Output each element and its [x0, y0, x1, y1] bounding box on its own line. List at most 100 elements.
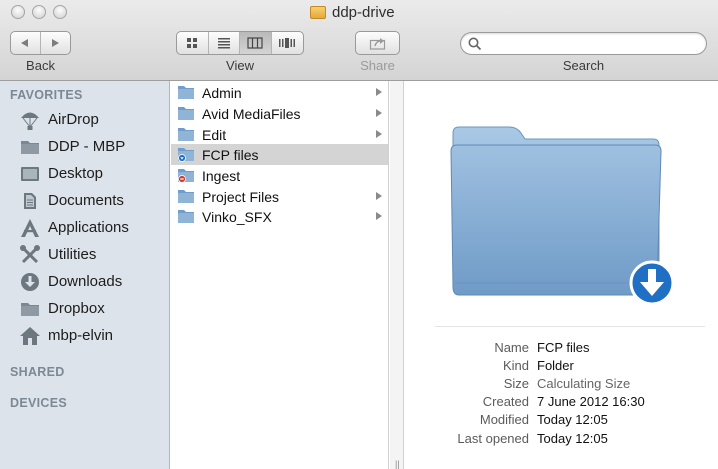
folder-icon — [178, 190, 194, 203]
folder-icon — [19, 298, 41, 320]
sidebar-item-label: Utilities — [48, 246, 97, 263]
list-item-project-files[interactable]: Project Files — [171, 186, 388, 207]
sidebar-item-ddp-mbp[interactable]: DDP - MBP — [0, 133, 169, 160]
toolbar: ddp-drive Back View Share Search — [0, 0, 718, 81]
sidebar-item-label: AirDrop — [48, 111, 99, 128]
utilities-icon — [19, 244, 41, 266]
info-key-kind: Kind — [502, 358, 529, 373]
search-label: Search — [562, 58, 605, 73]
sidebar-item-applications[interactable]: Applications — [0, 214, 169, 241]
disclosure-arrow-icon — [376, 212, 382, 220]
folder-icon — [19, 136, 41, 158]
back-button[interactable] — [11, 32, 41, 54]
search-icon — [468, 37, 482, 51]
info-key-modified: Modified — [479, 412, 529, 427]
view-mode-control — [176, 31, 304, 55]
desktop-icon — [19, 163, 41, 185]
forward-arrow-icon — [52, 39, 60, 47]
list-item-vinko-sfx[interactable]: Vinko_SFX — [171, 206, 388, 227]
view-label: View — [226, 58, 254, 73]
back-arrow-icon — [21, 39, 29, 47]
info-value-size: Calculating Size — [537, 376, 631, 391]
disclosure-arrow-icon — [376, 88, 382, 96]
icon-view-icon — [187, 38, 198, 48]
favorites-heading: FAVORITES — [10, 88, 83, 102]
window-title-text: ddp-drive — [332, 3, 395, 21]
folder-icon — [178, 107, 194, 120]
applications-icon — [19, 217, 41, 239]
shared-heading[interactable]: SHARED — [10, 365, 65, 379]
disclosure-arrow-icon — [376, 192, 382, 200]
close-window-button[interactable] — [11, 5, 25, 19]
back-label: Back — [26, 58, 55, 73]
column-divider[interactable] — [390, 81, 404, 469]
info-value-created: 7 June 2012 16:30 — [537, 394, 645, 409]
home-icon — [19, 325, 41, 347]
list-item-edit[interactable]: Edit — [171, 124, 388, 145]
sidebar-item-label: Dropbox — [48, 300, 105, 317]
list-item-label: Ingest — [202, 167, 241, 184]
back-forward-control — [10, 31, 71, 55]
list-item-label: Admin — [202, 84, 242, 101]
sidebar-item-airdrop[interactable]: AirDrop — [0, 106, 169, 133]
sidebar-item-desktop[interactable]: Desktop — [0, 160, 169, 187]
list-item-label: Vinko_SFX — [202, 208, 272, 225]
list-item-label: FCP files — [202, 146, 259, 163]
info-value-last-opened: Today 12:05 — [537, 431, 608, 446]
forward-button[interactable] — [41, 32, 70, 54]
disclosure-arrow-icon — [376, 109, 382, 117]
file-column: Admin Avid MediaFiles Edit FCP files Ing… — [171, 81, 389, 469]
download-folder-icon — [178, 148, 194, 162]
zoom-window-button[interactable] — [53, 5, 67, 19]
list-item-fcp-files[interactable]: FCP files — [171, 144, 388, 165]
sidebar-item-label: DDP - MBP — [48, 138, 126, 155]
preview-separator — [435, 326, 705, 327]
sidebar-item-documents[interactable]: Documents — [0, 187, 169, 214]
column-view-button[interactable] — [240, 32, 272, 54]
list-item-ingest[interactable]: Ingest — [171, 165, 388, 186]
folder-icon — [178, 210, 194, 223]
list-item-avid-mediafiles[interactable]: Avid MediaFiles — [171, 103, 388, 124]
share-label: Share — [360, 58, 395, 73]
list-view-button[interactable] — [209, 32, 240, 54]
column-view-icon — [247, 37, 263, 49]
sidebar-item-mbp-elvin[interactable]: mbp-elvin — [0, 322, 169, 349]
list-item-label: Project Files — [202, 188, 280, 205]
share-button-face[interactable] — [356, 32, 399, 54]
info-value-name: FCP files — [537, 340, 590, 355]
sidebar-item-label: mbp-elvin — [48, 327, 114, 344]
sidebar-item-downloads[interactable]: Downloads — [0, 268, 169, 295]
documents-icon — [19, 190, 41, 212]
coverflow-view-button[interactable] — [272, 32, 303, 54]
folder-icon — [310, 5, 326, 19]
devices-heading[interactable]: DEVICES — [10, 396, 67, 410]
airdrop-icon — [19, 109, 41, 131]
info-value-kind: Folder — [537, 358, 574, 373]
column-resize-handle[interactable]: || — [395, 459, 400, 469]
list-view-icon — [217, 38, 230, 49]
sidebar-item-utilities[interactable]: Utilities — [0, 241, 169, 268]
sidebar-item-dropbox[interactable]: Dropbox — [0, 295, 169, 322]
sidebar-item-label: Downloads — [48, 273, 123, 290]
icon-view-button[interactable] — [177, 32, 209, 54]
list-item-label: Avid MediaFiles — [202, 105, 301, 122]
minimize-window-button[interactable] — [32, 5, 46, 19]
search-input[interactable] — [460, 32, 707, 55]
info-key-created: Created — [482, 394, 529, 409]
finder-window: ddp-drive Back View Share Search FAVORIT… — [0, 0, 718, 469]
folder-icon — [178, 86, 194, 99]
window-title: ddp-drive — [310, 3, 395, 21]
disclosure-arrow-icon — [376, 130, 382, 138]
sidebar: FAVORITES AirDrop DDP - MBP Desktop Docu… — [0, 81, 170, 469]
list-item-label: Edit — [202, 126, 227, 143]
folder-icon — [178, 128, 194, 141]
sidebar-item-label: Documents — [48, 192, 124, 209]
sidebar-item-label: Applications — [48, 219, 129, 236]
share-button[interactable] — [355, 31, 400, 55]
download-badge-icon — [629, 260, 675, 306]
share-icon — [369, 38, 385, 50]
info-value-modified: Today 12:05 — [537, 412, 608, 427]
restricted-folder-icon — [178, 169, 194, 183]
downloads-icon — [19, 271, 41, 293]
list-item-admin[interactable]: Admin — [171, 82, 388, 103]
